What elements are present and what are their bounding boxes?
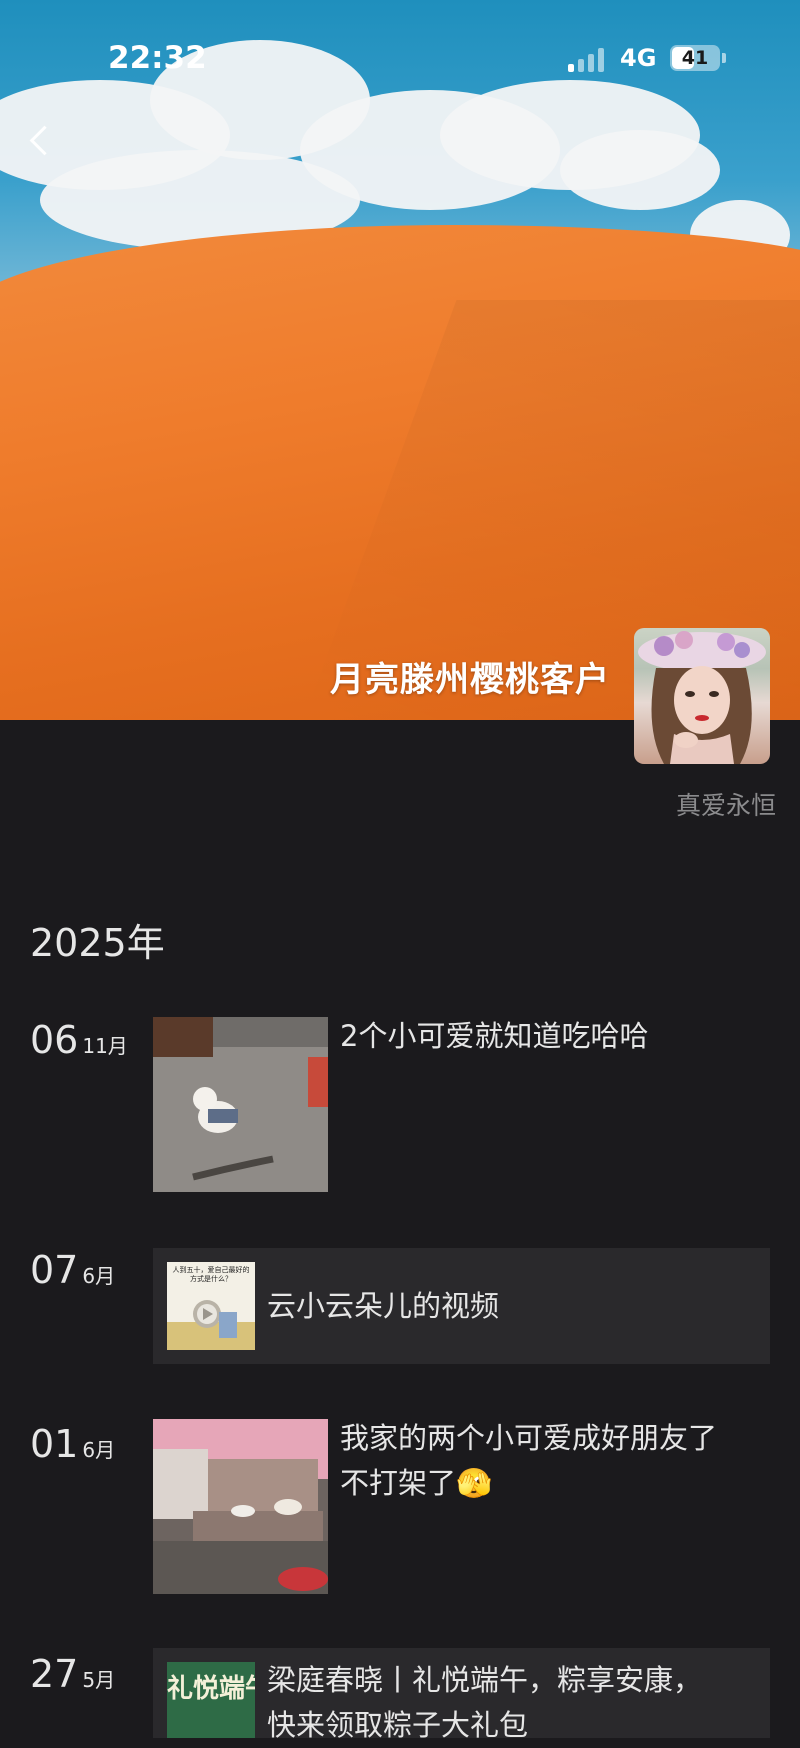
entry-day: 07 <box>30 1248 79 1292</box>
post-text[interactable]: 2个小可爱就知道吃哈哈 <box>340 1014 760 1059</box>
battery-icon: 41 <box>670 45 720 71</box>
entry-date: 07 6月 <box>30 1248 115 1292</box>
cloud <box>560 130 720 210</box>
shared-article-title: 梁庭春晓丨礼悦端午，粽享安康， 快来领取粽子大礼包 <box>267 1658 757 1748</box>
video-thumb-caption: 人到五十，爱自己最好的方式是什么？ <box>172 1266 250 1283</box>
entry-date: 27 5月 <box>30 1652 115 1696</box>
entry-month: 11月 <box>82 1034 128 1058</box>
shared-video-card[interactable]: 人到五十，爱自己最好的方式是什么？ 云小云朵儿的视频 <box>153 1248 770 1364</box>
entry-month: 6月 <box>82 1438 116 1462</box>
avatar[interactable] <box>634 628 770 764</box>
profile-name: 月亮滕州樱桃客户 <box>330 660 610 700</box>
shared-video-title: 云小云朵儿的视频 <box>267 1289 500 1323</box>
entry-day: 27 <box>30 1652 79 1696</box>
entry-month: 5月 <box>82 1668 116 1692</box>
photo-room-pets <box>153 1419 328 1594</box>
article-title-line: 快来领取粽子大礼包 <box>267 1708 529 1742</box>
video-thumbnail: 人到五十，爱自己最好的方式是什么？ <box>167 1262 255 1350</box>
entry-month: 6月 <box>82 1264 116 1288</box>
cover-image[interactable] <box>0 0 800 720</box>
year-header: 2025年 <box>30 921 165 965</box>
photo-dog-cat <box>153 1017 328 1192</box>
post-text[interactable]: 我家的两个小可爱成好朋友了 不打架了🫣 <box>340 1416 760 1506</box>
battery-level: 41 <box>681 47 709 69</box>
entry-day: 01 <box>30 1422 79 1466</box>
shared-article-card[interactable]: 礼悦端午 粽享安康 梁庭春晓丨礼悦端午，粽享安康， 快来领取粽子大礼包 <box>153 1648 770 1742</box>
network-type: 4G <box>620 44 657 72</box>
post-text-line: 不打架了🫣 <box>340 1466 493 1500</box>
article-title-line: 梁庭春晓丨礼悦端午，粽享安康， <box>267 1663 703 1697</box>
article-thumbnail: 礼悦端午 粽享安康 <box>167 1662 255 1738</box>
status-time: 22:32 <box>108 40 207 76</box>
avatar-portrait <box>638 631 766 764</box>
signal-icon <box>568 48 608 72</box>
battery-cap <box>722 53 726 63</box>
entry-date: 06 11月 <box>30 1018 128 1062</box>
entry-day: 06 <box>30 1018 79 1062</box>
profile-signature: 真爱永恒 <box>675 791 776 820</box>
post-photo[interactable] <box>153 1017 328 1192</box>
back-button[interactable] <box>26 124 56 160</box>
post-photo[interactable] <box>153 1419 328 1594</box>
entry-date: 01 6月 <box>30 1422 115 1466</box>
post-text-line: 我家的两个小可爱成好朋友了 <box>340 1421 718 1455</box>
article-thumb-caption: 礼悦端午 粽享安康 <box>167 1674 255 1704</box>
